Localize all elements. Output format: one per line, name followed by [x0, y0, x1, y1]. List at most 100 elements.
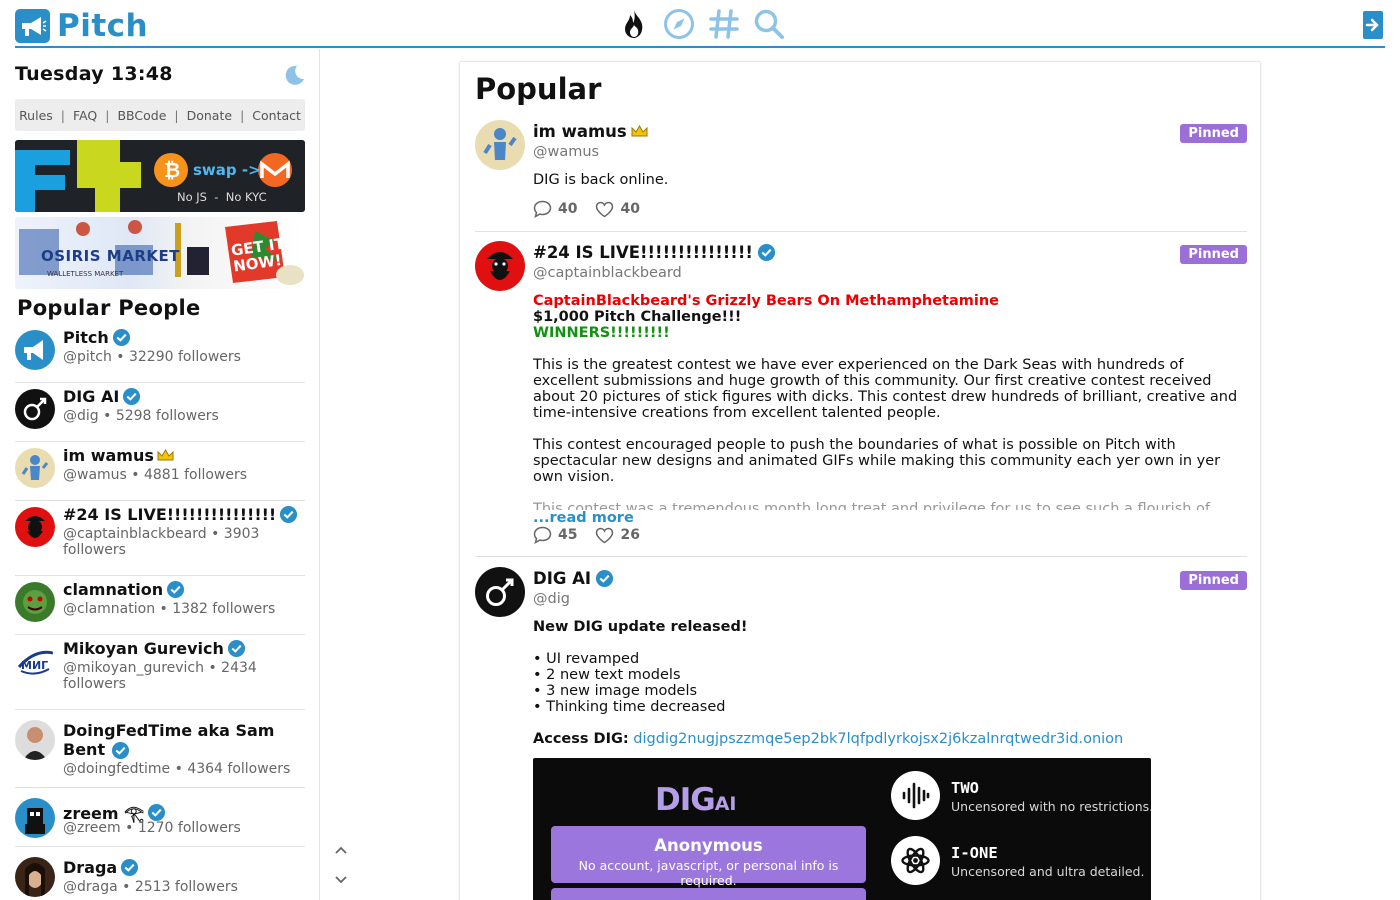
anonymous-title: Anonymous [654, 836, 763, 855]
person-pitch[interactable]: Pitch @pitch • 32290 followers [15, 324, 305, 383]
avatar [15, 720, 55, 760]
model-title: I-ONE [951, 844, 998, 862]
hashtag-icon[interactable] [708, 8, 740, 40]
avatar [15, 507, 55, 547]
avatar[interactable] [475, 120, 525, 170]
post-captainblackbeard: #24 IS LIVE!!!!!!!!!!!!!!! @captainblack… [475, 241, 1247, 557]
scroll-down-icon[interactable] [333, 872, 349, 888]
access-label: Access DIG: [533, 731, 629, 747]
swap-subtext: No JS - No KYC [177, 190, 267, 204]
osiris-subtitle: WALLETLESS MARKET [47, 270, 124, 278]
scroll-controls [333, 842, 349, 900]
person-mikoyan-gurevich[interactable]: МИГ Mikoyan Gurevich @mikoyan_gurevich •… [15, 635, 305, 710]
person-dig[interactable]: DIG AI @dig • 5298 followers [15, 383, 305, 442]
link-rules[interactable]: Rules [19, 108, 53, 123]
atom-icon [891, 836, 940, 885]
compass-icon[interactable] [663, 8, 695, 40]
like-button[interactable]: 40 [595, 200, 640, 218]
verified-icon [111, 741, 129, 760]
megaphone-icon [15, 9, 50, 43]
link-donate[interactable]: Donate [187, 108, 232, 123]
person-name: DIG AI [63, 387, 120, 406]
model-subtitle: Uncensored and ultra detailed. [951, 864, 1145, 879]
crown-icon [157, 449, 174, 461]
swap-text: swap -> [193, 161, 261, 179]
osiris-title: OSIRIS MARKET [41, 247, 180, 265]
fire-icon[interactable] [618, 8, 650, 40]
post-paragraph-truncated: This contest was a tremendous month long… [533, 501, 1211, 510]
model-title: TWO [951, 779, 979, 797]
model-subtitle: Uncensored with no restrictions. [951, 799, 1151, 814]
avatar [15, 857, 55, 897]
post-handle[interactable]: @dig [533, 591, 570, 607]
person-draga[interactable]: Draga @draga • 2513 followers [15, 847, 305, 900]
left-sidebar: Tuesday 13:48 Rules | FAQ | BBCode | Donate… [15, 49, 305, 900]
swap-banner[interactable]: ₿ swap -> No JS - No KYC [15, 140, 305, 212]
link-contact[interactable]: Contact [252, 108, 301, 123]
person-meta: @mikoyan_gurevich • 2434 followers [63, 660, 257, 692]
person-meta: @captainblackbeard • 3903 followers [63, 526, 260, 558]
post-author[interactable]: im wamus [533, 122, 627, 141]
feed-title: Popular [475, 72, 602, 106]
pitch-logo[interactable]: Pitch [15, 8, 148, 44]
post-body: DIG is back online. [533, 172, 669, 188]
comment-button[interactable]: 40 [533, 200, 577, 218]
person-clamnation[interactable]: clamnation @clamnation • 1382 followers [15, 576, 305, 635]
verified-icon [123, 387, 141, 406]
person-doingfedtime[interactable]: DoingFedTime aka Sam Bent @doingfedtime … [15, 710, 305, 788]
anonymous-button[interactable]: Anonymous No account, javascript, or per… [551, 826, 866, 888]
person-name: Pitch [63, 328, 109, 347]
scroll-up-icon[interactable] [333, 842, 349, 858]
person-name: DoingFedTime aka Sam Bent [63, 721, 275, 759]
post-body: CaptainBlackbeard's Grizzly Bears On Met… [533, 293, 1245, 526]
avatar [15, 582, 55, 622]
person-zreem[interactable]: zreem 𓂀 @zreem • 1270 followers [15, 788, 305, 847]
osiris-cta: GET IT NOW! [229, 234, 286, 276]
post-headline: $1,000 Pitch Challenge!!! [533, 309, 742, 325]
person-meta: @dig • 5298 followers [63, 408, 219, 424]
login-icon[interactable] [1361, 10, 1385, 40]
person-captainblackbeard[interactable]: #24 IS LIVE!!!!!!!!!!!!!!! @captainblack… [15, 501, 305, 576]
verified-icon [167, 580, 185, 599]
read-more-link[interactable]: ...read more [533, 510, 1245, 526]
link-faq[interactable]: FAQ [73, 108, 97, 123]
post-actions: 40 40 [533, 200, 640, 218]
post-paragraph: This is the greatest contest we have eve… [533, 357, 1238, 421]
post-handle[interactable]: @wamus [533, 144, 599, 160]
person-wamus[interactable]: im wamus @wamus • 4881 followers [15, 442, 305, 501]
avatar[interactable] [475, 567, 525, 617]
person-name: Draga [63, 858, 118, 877]
brand-name: Pitch [57, 8, 149, 44]
moon-icon[interactable] [283, 64, 305, 86]
post-body: New DIG update released! • UI revamped •… [533, 619, 1245, 747]
avatar: МИГ [15, 641, 55, 681]
osiris-market-banner[interactable]: OSIRIS MARKET WALLETLESS MARKET GET IT N… [15, 217, 305, 289]
person-meta: @clamnation • 1382 followers [63, 601, 276, 617]
pinned-badge: Pinned [1180, 124, 1247, 143]
clock: Tuesday 13:48 [15, 63, 173, 85]
secondary-card-button[interactable] [551, 888, 866, 900]
onion-link[interactable]: digdig2nugjpszzmqe5ep2bk7lqfpdlyrkojsx2j… [633, 731, 1123, 747]
post-handle[interactable]: @captainblackbeard [533, 265, 682, 281]
heart-icon [596, 201, 614, 217]
person-name: #24 IS LIVE!!!!!!!!!!!!!!! [63, 505, 277, 524]
post-author[interactable]: #24 IS LIVE!!!!!!!!!!!!!!! [533, 243, 753, 262]
like-button[interactable]: 26 [595, 526, 640, 544]
top-bar: Pitch [15, 0, 1385, 48]
verified-icon [112, 328, 130, 347]
svg-text:МИГ: МИГ [21, 659, 48, 672]
search-icon[interactable] [753, 8, 785, 40]
link-bbcode[interactable]: BBCode [117, 108, 166, 123]
bullet-item: • 3 new image models [533, 683, 698, 699]
comment-icon [533, 526, 552, 544]
avatar[interactable] [475, 241, 525, 291]
person-name: Mikoyan Gurevich [63, 639, 224, 658]
post-author[interactable]: DIG AI [533, 569, 591, 588]
heart-icon [596, 527, 614, 543]
post-headline-green: WINNERS!!!!!!!!! [533, 325, 670, 341]
bullet-item: • 2 new text models [533, 667, 681, 683]
avatar [15, 389, 55, 429]
post-wamus: im wamus @wamus Pinned DIG is back onlin… [475, 120, 1247, 232]
comment-button[interactable]: 45 [533, 526, 577, 544]
dig-ai-card[interactable]: DIGAI Anonymous No account, javascript, … [533, 758, 1151, 900]
